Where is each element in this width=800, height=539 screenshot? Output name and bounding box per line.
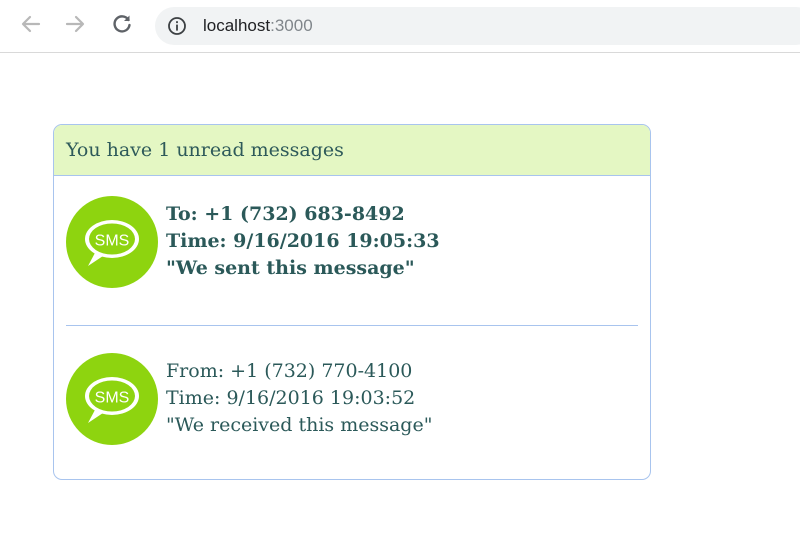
arrow-left-icon — [21, 15, 41, 33]
messages-panel: You have 1 unread messages SMS To: +1 (7… — [53, 124, 651, 480]
message-item[interactable]: SMS From: +1 (732) 770-4100 Time: 9/16/2… — [66, 353, 638, 449]
message-body: "We sent this message" — [166, 257, 415, 279]
back-button[interactable] — [17, 10, 45, 38]
message-text: To: +1 (732) 683-8492 Time: 9/16/2016 19… — [166, 201, 440, 282]
info-icon[interactable] — [167, 16, 187, 36]
message-time: Time: 9/16/2016 19:03:52 — [166, 387, 416, 409]
message-sender: From: +1 (732) 770-4100 — [166, 360, 413, 382]
message-text: From: +1 (732) 770-4100 Time: 9/16/2016 … — [166, 358, 432, 439]
message-time: Time: 9/16/2016 19:05:33 — [166, 230, 440, 252]
url-port: :3000 — [270, 16, 313, 35]
sms-bubble-icon: SMS — [66, 196, 158, 288]
message-recipient: To: +1 (732) 683-8492 — [166, 203, 405, 225]
url-text[interactable]: localhost:3000 — [203, 16, 313, 36]
forward-button[interactable] — [61, 10, 89, 38]
sms-icon-label: SMS — [95, 233, 130, 250]
arrow-right-icon — [65, 15, 85, 33]
message-divider — [66, 325, 638, 326]
unread-messages-heading: You have 1 unread messages — [54, 125, 650, 176]
sms-bubble-icon: SMS — [66, 353, 158, 445]
sms-icon-label: SMS — [95, 390, 130, 407]
reload-button[interactable] — [108, 10, 136, 38]
browser-toolbar: localhost:3000 — [0, 0, 800, 53]
reload-icon — [113, 15, 131, 33]
message-body: "We received this message" — [166, 414, 433, 436]
url-host: localhost — [203, 16, 271, 35]
address-bar[interactable]: localhost:3000 — [155, 7, 800, 45]
message-item[interactable]: SMS To: +1 (732) 683-8492 Time: 9/16/201… — [66, 196, 638, 292]
